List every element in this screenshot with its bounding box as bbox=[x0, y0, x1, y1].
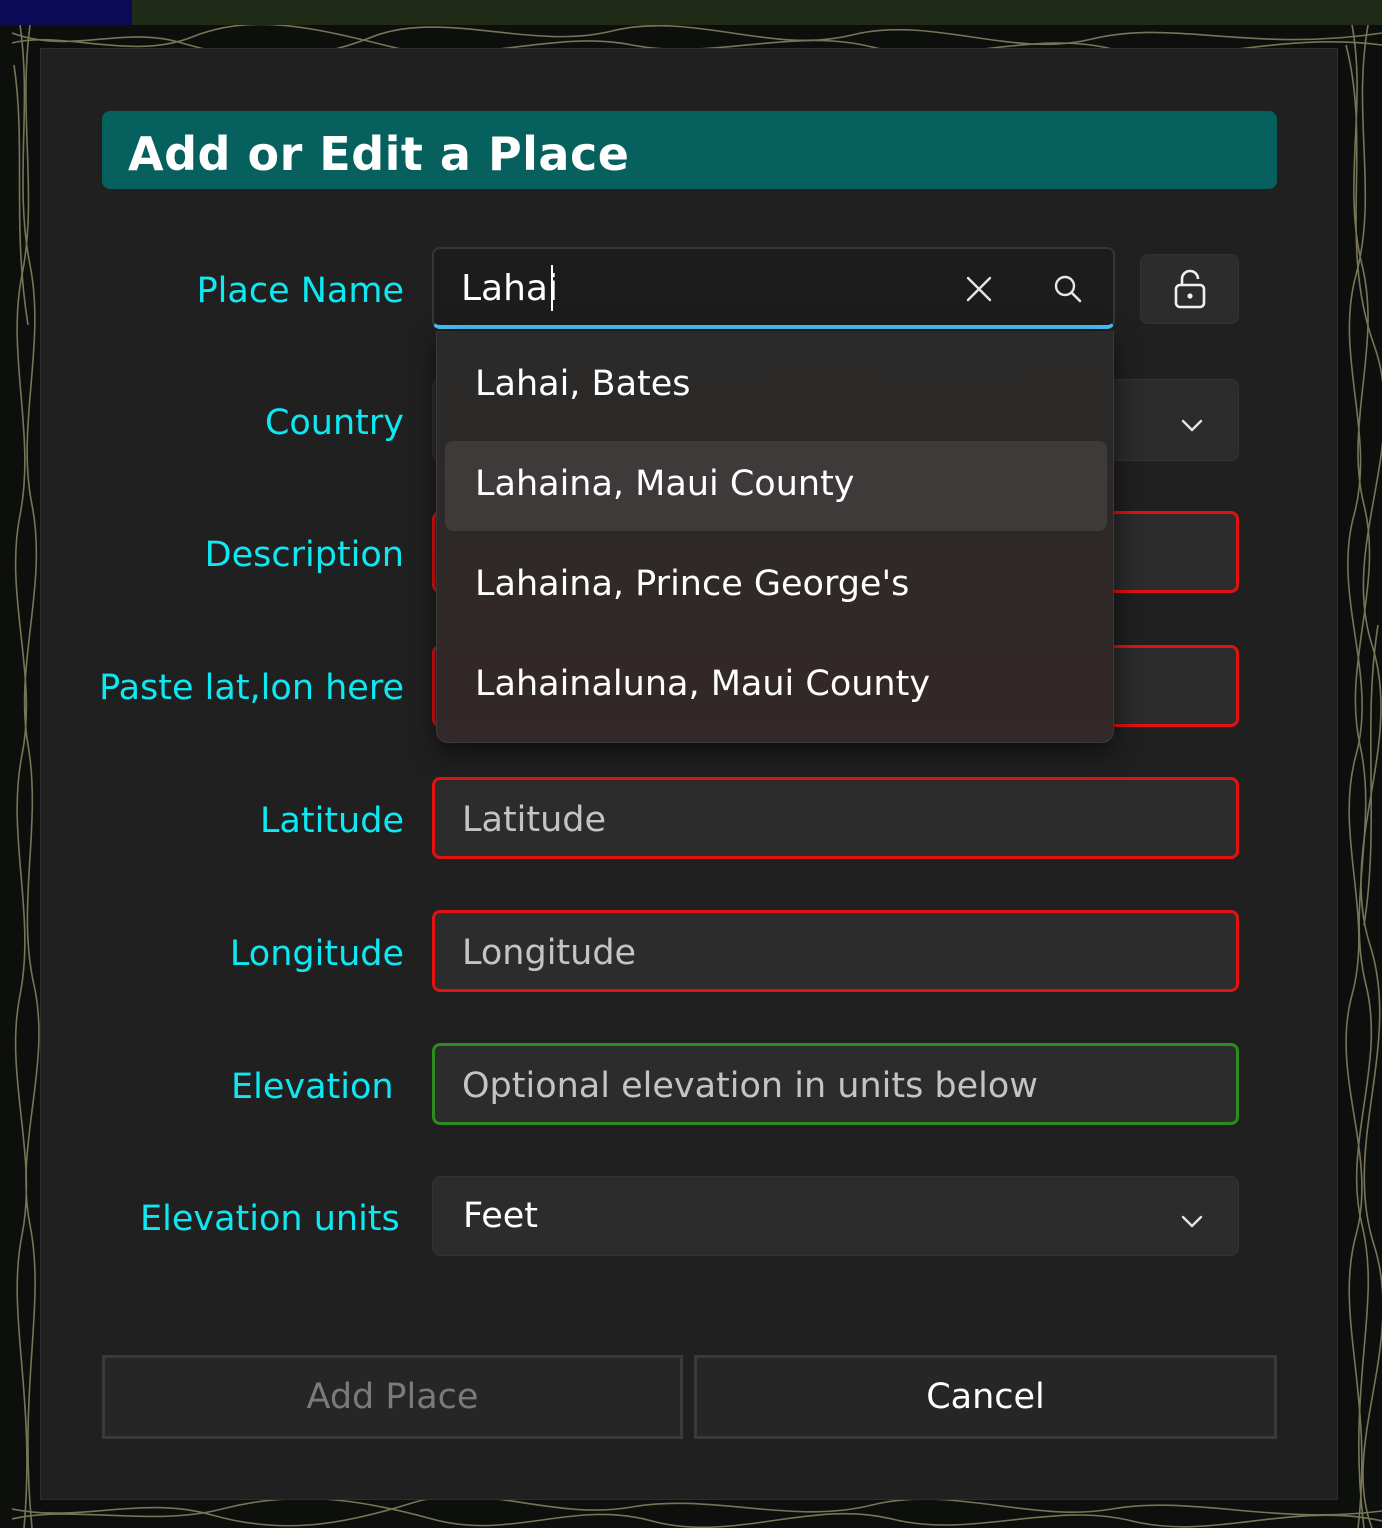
latitude-input[interactable]: Latitude bbox=[432, 777, 1239, 859]
longitude-label: Longitude bbox=[229, 934, 404, 974]
background-blue-block bbox=[0, 0, 132, 25]
suggestion-item[interactable]: Lahainaluna, Maui County bbox=[445, 641, 1107, 731]
suggestion-item[interactable]: Lahaina, Prince George's bbox=[445, 541, 1107, 631]
dialog-title: Add or Edit a Place bbox=[128, 127, 630, 181]
elevation-label: Elevation bbox=[231, 1067, 394, 1107]
longitude-input[interactable]: Longitude bbox=[432, 910, 1239, 992]
suggestion-item[interactable]: Lahai, Bates bbox=[445, 341, 1107, 431]
add-edit-place-dialog: Add or Edit a Place Place Name Lahai Cou… bbox=[40, 48, 1338, 1500]
cancel-button[interactable]: Cancel bbox=[694, 1355, 1277, 1439]
place-name-value: Lahai bbox=[461, 268, 558, 309]
elevation-units-select[interactable]: Feet bbox=[432, 1176, 1239, 1256]
suggestion-item[interactable]: Lahaina, Maui County bbox=[445, 441, 1107, 531]
lock-button[interactable] bbox=[1140, 254, 1239, 324]
elevation-units-label: Elevation units bbox=[140, 1199, 400, 1239]
elevation-units-value: Feet bbox=[463, 1196, 539, 1236]
country-label: Country bbox=[264, 403, 404, 443]
place-name-search-input[interactable]: Lahai bbox=[432, 247, 1115, 329]
paste-latlon-label: Paste lat,lon here bbox=[99, 668, 404, 708]
lock-icon bbox=[1169, 267, 1211, 311]
text-caret bbox=[551, 265, 553, 311]
elevation-input[interactable]: Optional elevation in units below bbox=[432, 1043, 1239, 1125]
longitude-placeholder: Longitude bbox=[462, 933, 637, 973]
place-suggestions-dropdown: Lahai, Bates Lahaina, Maui County Lahain… bbox=[436, 331, 1114, 743]
chevron-down-icon bbox=[1179, 1203, 1205, 1243]
close-icon[interactable] bbox=[959, 269, 999, 309]
search-icon[interactable] bbox=[1048, 269, 1088, 309]
chevron-down-icon bbox=[1179, 407, 1205, 447]
add-place-button[interactable]: Add Place bbox=[102, 1355, 683, 1439]
latitude-label: Latitude bbox=[259, 801, 404, 841]
description-label: Description bbox=[204, 535, 404, 575]
dialog-title-bar: Add or Edit a Place bbox=[102, 111, 1277, 189]
background-top-strip bbox=[0, 0, 1382, 25]
place-name-label: Place Name bbox=[196, 271, 404, 311]
latitude-placeholder: Latitude bbox=[462, 800, 607, 840]
elevation-placeholder: Optional elevation in units below bbox=[462, 1066, 1038, 1106]
